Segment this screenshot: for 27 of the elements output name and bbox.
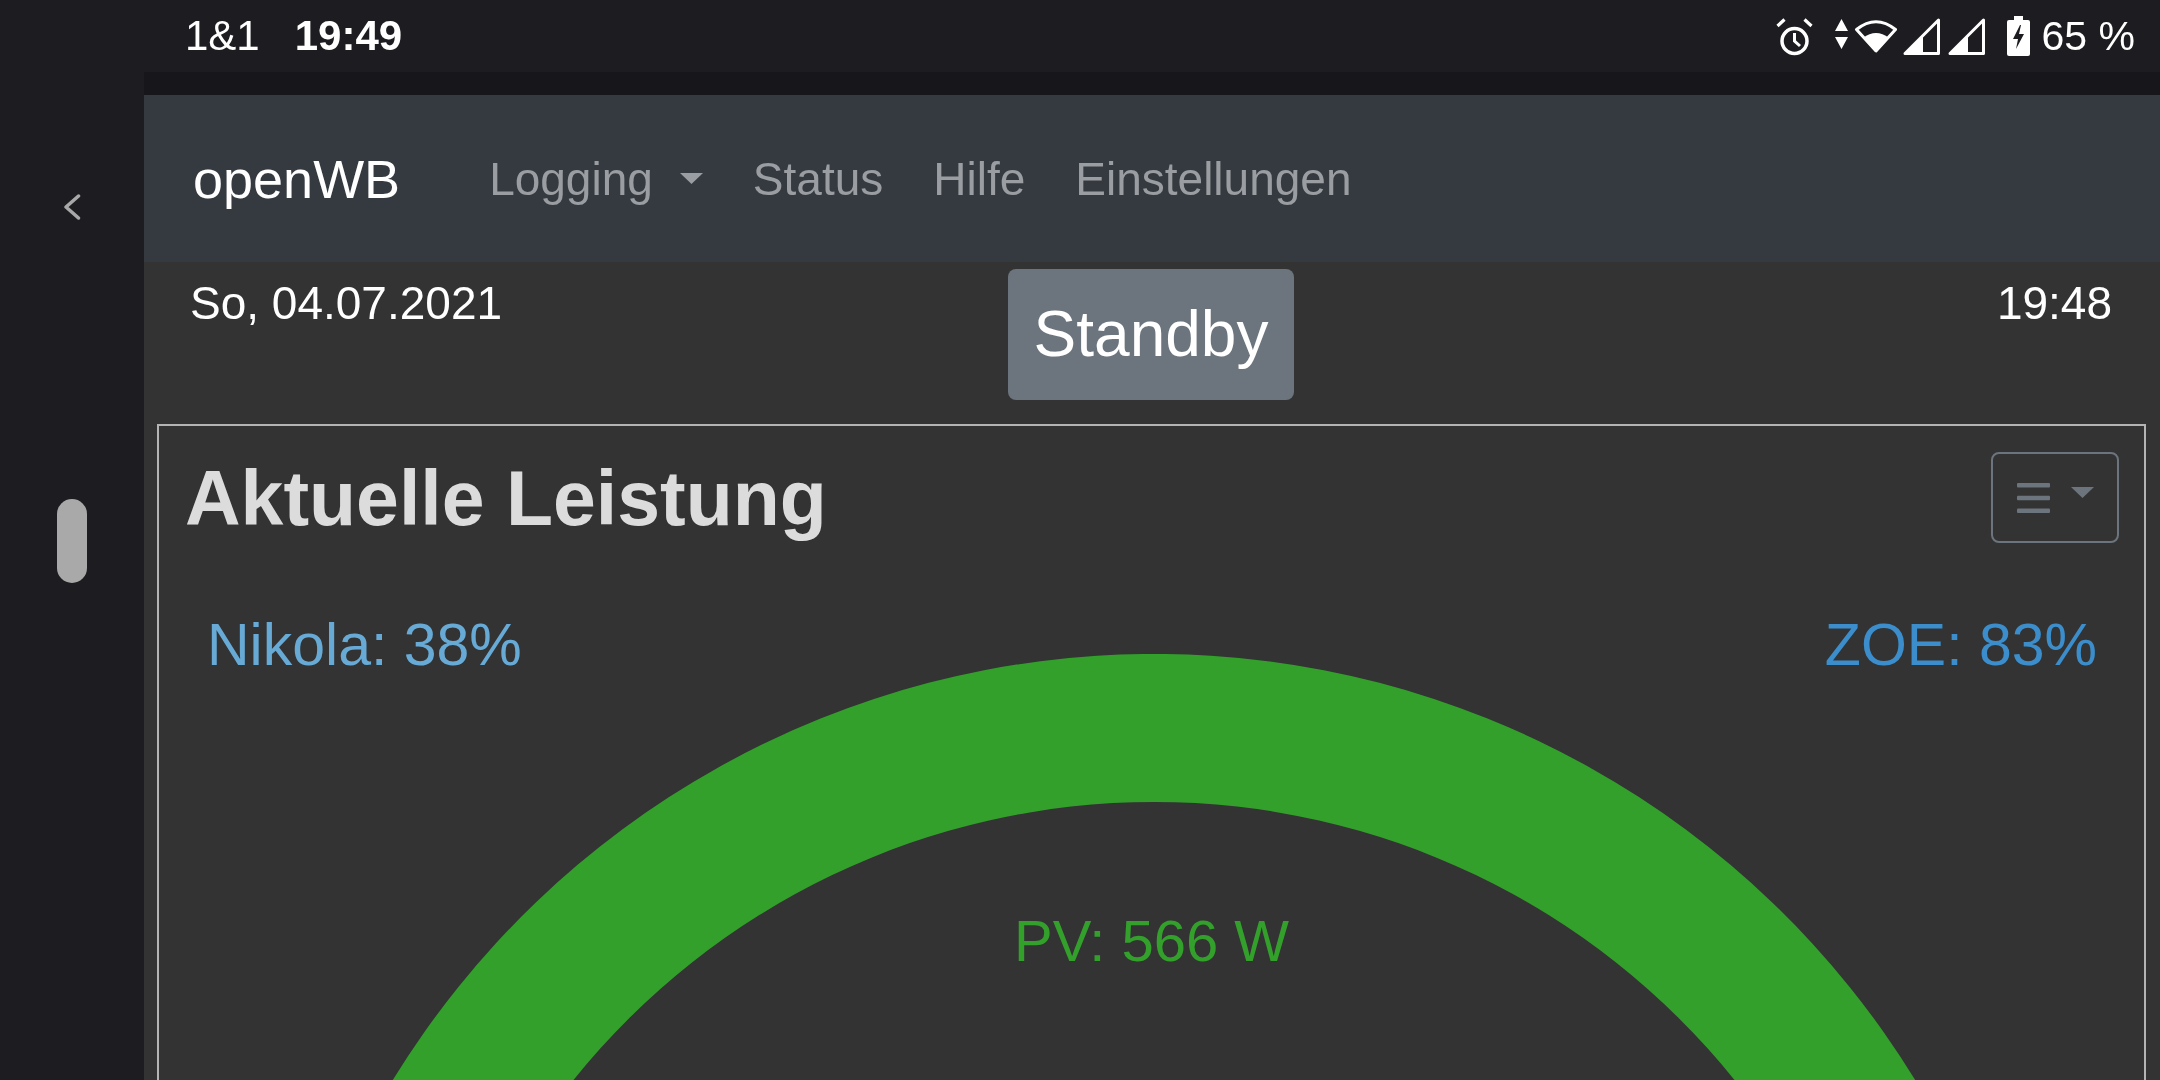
- nav-link[interactable]: Status: [727, 151, 909, 206]
- caret-icon: [2070, 487, 2094, 498]
- vehicle-soc-label: Nikola: 38%: [207, 611, 522, 680]
- date-text: So, 04.07.2021: [190, 276, 503, 331]
- clock-time: 19:49: [294, 11, 403, 61]
- signal-icon: [1947, 17, 1985, 55]
- pv-power-label: PV: 566 W: [1013, 907, 1290, 975]
- brand-link[interactable]: openWB: [193, 147, 401, 210]
- scroll-handle[interactable]: [57, 499, 87, 583]
- caret-icon: [679, 173, 703, 184]
- data-arrows-icon: [1834, 19, 1848, 49]
- status-badge: Standby: [1007, 269, 1295, 400]
- alarm-clock-icon: [1775, 18, 1813, 56]
- vehicle-soc-label: ZOE: 83%: [1824, 611, 2097, 680]
- battery-charging-icon: [2006, 16, 2030, 56]
- signal-icon: [1902, 17, 1940, 55]
- menu-icon: [2016, 482, 2050, 513]
- nav-link[interactable]: Einstellungen: [1050, 151, 1377, 206]
- nav-link[interactable]: Logging: [464, 151, 728, 206]
- wifi-icon: [1853, 18, 1898, 54]
- battery-percentage: 65 %: [2041, 12, 2135, 61]
- chevron-left-icon[interactable]: [62, 194, 81, 220]
- carrier-name: 1&1: [185, 11, 260, 61]
- menu-button[interactable]: [1991, 452, 2119, 543]
- card-title: Aktuelle Leistung: [185, 453, 827, 543]
- time-text: 19:48: [1996, 276, 2112, 331]
- nav-link[interactable]: Hilfe: [908, 151, 1051, 206]
